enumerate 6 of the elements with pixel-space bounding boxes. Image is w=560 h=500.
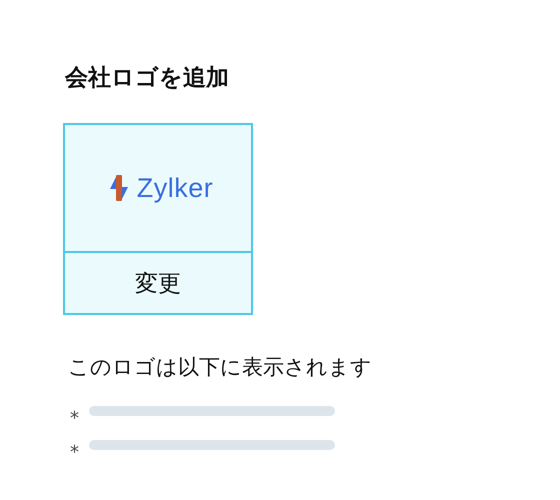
- description-text: このロゴは以下に表示されます: [68, 354, 373, 381]
- logo-icon: [108, 173, 129, 203]
- section-title: 会社ロゴを追加: [65, 64, 230, 93]
- bullet-mark: *: [70, 407, 79, 429]
- logo-text: Zylker: [136, 172, 214, 204]
- bullet-mark: *: [70, 441, 79, 463]
